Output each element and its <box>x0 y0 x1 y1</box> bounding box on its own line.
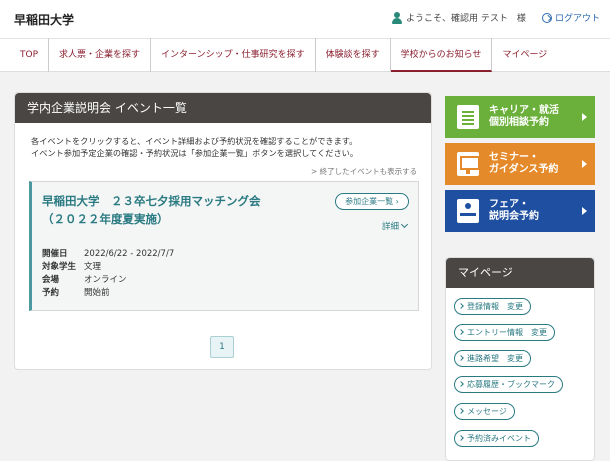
caret-right-icon <box>582 160 587 168</box>
panel-title: 学内企業説明会 イベント一覧 <box>15 93 431 123</box>
info-label: 対象学生 <box>42 262 77 272</box>
event-title[interactable]: 早稲田大学 ２３卒七夕採用マッチング会 （２０２２年度夏実施） <box>42 192 312 228</box>
nav-item-mypage[interactable]: マイページ <box>492 38 557 72</box>
info-value: オンライン <box>84 275 127 285</box>
chevron-right-icon <box>458 435 464 441</box>
info-row-date: 開催日 2022/6/22 - 2022/7/7 <box>42 248 174 261</box>
event-list-panel: 学内企業説明会 イベント一覧 各イベントをクリックすると、イベント詳細および予約… <box>14 92 432 370</box>
main-nav: TOP 求人票・企業を探す インターンシップ・仕事研究を探す 体験談を探す 学校… <box>0 38 610 72</box>
desk-icon <box>457 199 479 223</box>
link-label: 応募履歴・ブックマーク <box>467 380 555 389</box>
chevron-right-icon <box>458 303 464 309</box>
panel-intro: 各イベントをクリックすると、イベント詳細および予約状況を確認することができます。… <box>31 135 421 159</box>
event-title-line-1: 早稲田大学 ２３卒七夕採用マッチング会 <box>42 194 261 208</box>
link-label: メッセージ <box>467 407 507 416</box>
pagination-page-1[interactable]: 1 <box>210 336 234 358</box>
event-card[interactable]: 早稲田大学 ２３卒七夕採用マッチング会 （２０２２年度夏実施） 参加企業一覧 ›… <box>29 181 419 311</box>
nav-item-internship[interactable]: インターンシップ・仕事研究を探す <box>151 38 316 72</box>
info-value: 2022/6/22 - 2022/7/7 <box>84 249 175 259</box>
user-greeting: ようこそ、確認用 テスト 様 <box>392 11 526 24</box>
fair-reservation-label: フェア・ 説明会予約 <box>489 199 582 223</box>
user-greeting-text: ようこそ、確認用 テスト 様 <box>406 14 526 24</box>
detail-label: 詳細 <box>382 222 400 232</box>
company-list-label: 参加企業一覧 <box>345 197 394 206</box>
header: 早稲田大学 ようこそ、確認用 テスト 様 ログアウト <box>0 0 610 38</box>
label-line-1: セミナー・ <box>489 152 539 163</box>
intro-line-2: イベント参加予定企業の確認・予約状況は「参加企業一覧」ボタンを選択してください。 <box>31 148 359 158</box>
label-line-2: ガイダンス予約 <box>489 164 559 175</box>
company-list-button[interactable]: 参加企業一覧 › <box>335 193 409 210</box>
mypage-link-profile[interactable]: 登録情報 変更 <box>454 298 531 315</box>
label-line-1: フェア・ <box>489 199 529 210</box>
info-label: 予約 <box>42 288 60 298</box>
seminar-reservation-button[interactable]: セミナー・ ガイダンス予約 <box>445 143 595 185</box>
event-title-line-2: （２０２２年度夏実施） <box>42 212 169 226</box>
mypage-panel: マイページ 登録情報 変更 エントリー情報 変更 進路希望 変更 応募履歴・ブッ… <box>445 257 595 461</box>
info-label: 会場 <box>42 275 60 285</box>
chevron-right-icon: › <box>395 197 399 206</box>
presentation-icon <box>457 152 480 176</box>
mypage-link-messages[interactable]: メッセージ <box>454 403 515 420</box>
mypage-link-career-plan[interactable]: 進路希望 変更 <box>454 350 531 367</box>
chevron-right-icon <box>458 355 464 361</box>
nav-item-school-news[interactable]: 学校からのお知らせ <box>390 38 493 72</box>
mypage-link-history[interactable]: 応募履歴・ブックマーク <box>454 376 563 393</box>
info-row-target: 対象学生 文理 <box>42 261 174 274</box>
intro-line-1: 各イベントをクリックすると、イベント詳細および予約状況を確認することができます。 <box>31 136 358 146</box>
mypage-title: マイページ <box>446 258 594 288</box>
user-icon <box>392 11 402 24</box>
info-value: 文理 <box>84 262 102 272</box>
link-label: エントリー情報 変更 <box>467 328 547 337</box>
mypage-link-entry[interactable]: エントリー情報 変更 <box>454 324 555 341</box>
nav-item-job-search[interactable]: 求人票・企業を探す <box>49 38 152 72</box>
label-line-2: 説明会予約 <box>489 211 539 222</box>
chevron-down-icon <box>400 220 409 229</box>
mypage-link-reserved-events[interactable]: 予約済みイベント <box>454 430 539 447</box>
show-past-events-link[interactable]: > 終了したイベントも表示する <box>311 166 417 177</box>
chevron-right-icon <box>458 381 464 387</box>
logout-label: ログアウト <box>555 14 601 24</box>
nav-item-top[interactable]: TOP <box>10 38 50 72</box>
chevron-right-icon <box>458 408 464 414</box>
info-value: 開始前 <box>84 288 110 298</box>
career-consultation-label: キャリア・就活 個別相談予約 <box>489 105 582 129</box>
seminar-reservation-label: セミナー・ ガイダンス予約 <box>489 152 582 176</box>
fair-reservation-button[interactable]: フェア・ 説明会予約 <box>445 190 595 232</box>
caret-right-icon <box>582 113 587 121</box>
event-info: 開催日 2022/6/22 - 2022/7/7 対象学生 文理 会場 オンライ… <box>42 248 174 300</box>
logo[interactable]: 早稲田大学 <box>14 11 74 28</box>
label-line-1: キャリア・就活 <box>489 105 559 116</box>
nav-item-experiences[interactable]: 体験談を探す <box>316 38 391 72</box>
link-label: 進路希望 変更 <box>467 354 523 363</box>
logout-icon <box>542 12 552 23</box>
link-label: 予約済みイベント <box>467 434 531 443</box>
logout-button[interactable]: ログアウト <box>542 11 600 24</box>
info-label: 開催日 <box>42 249 68 259</box>
chevron-right-icon <box>458 329 464 335</box>
caret-right-icon <box>582 207 587 215</box>
document-icon <box>457 105 479 129</box>
event-detail-toggle[interactable]: 詳細 <box>382 220 409 232</box>
career-consultation-button[interactable]: キャリア・就活 個別相談予約 <box>445 96 595 138</box>
info-row-venue: 会場 オンライン <box>42 274 174 287</box>
link-label: 登録情報 変更 <box>467 302 523 311</box>
label-line-2: 個別相談予約 <box>489 117 549 128</box>
info-row-reservation: 予約 開始前 <box>42 287 174 300</box>
